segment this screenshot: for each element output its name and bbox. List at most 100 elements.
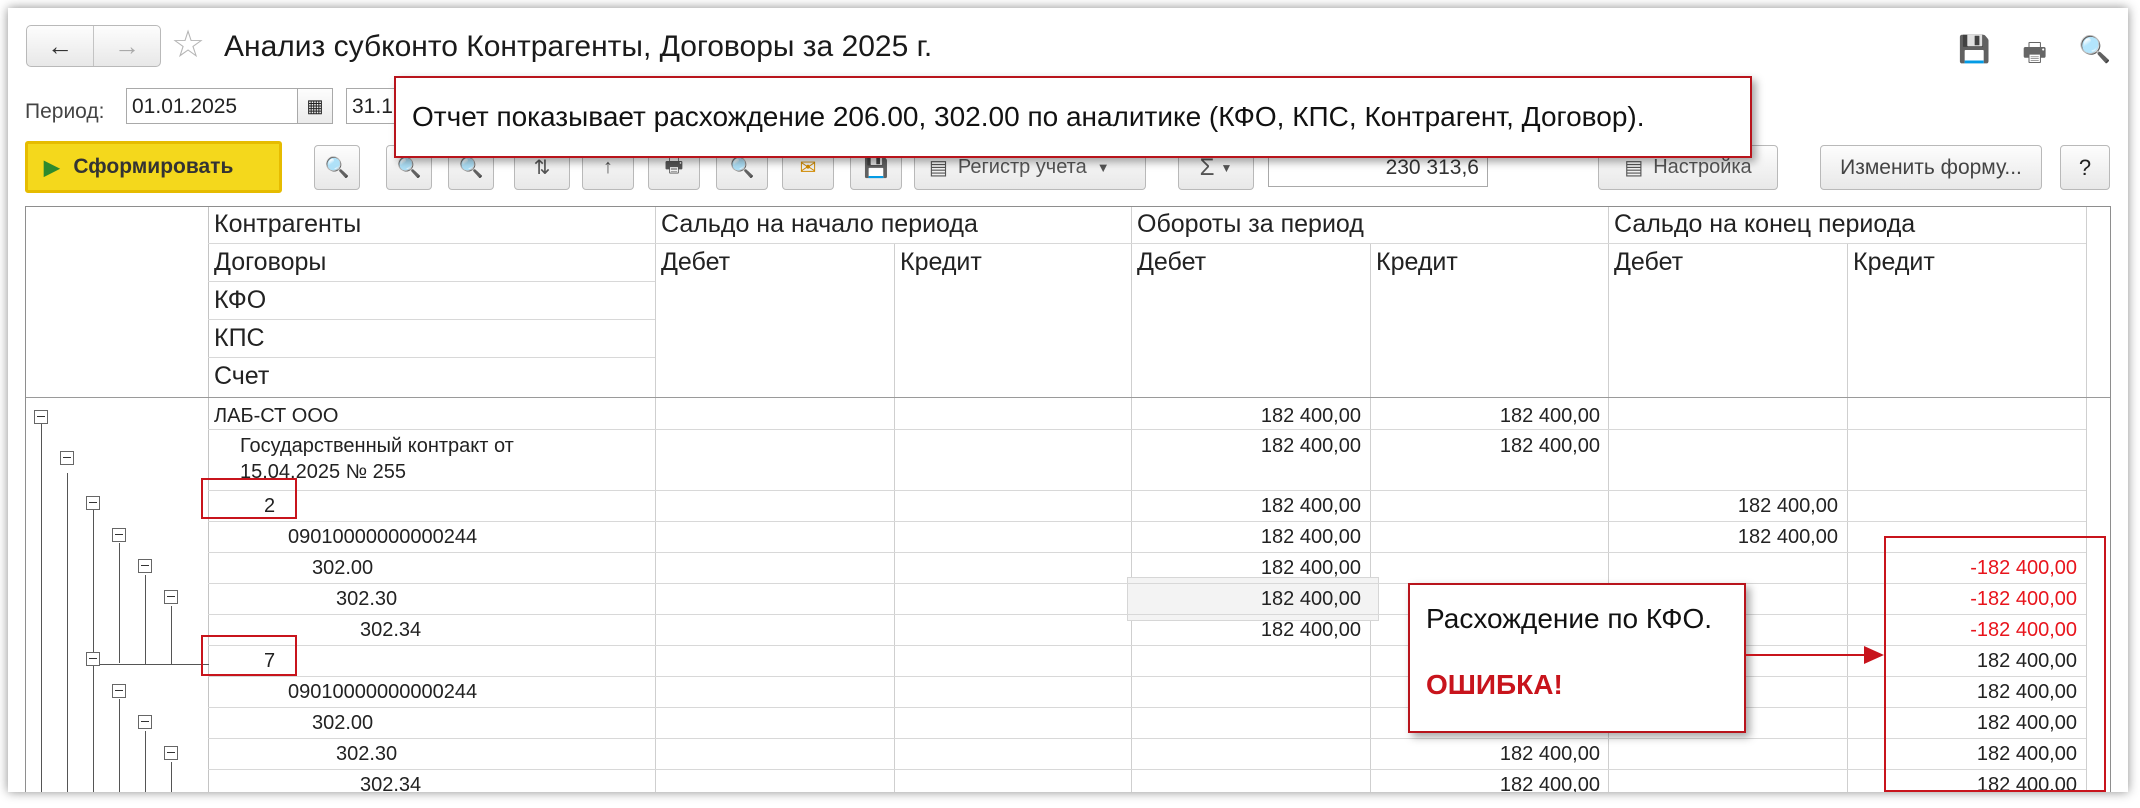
highlight-kfo-2 xyxy=(201,478,297,519)
report-table[interactable]: Контрагенты Договоры КФО КПС Счет Сальдо… xyxy=(25,206,2111,792)
register-label: Регистр учета xyxy=(957,156,1087,178)
row-label: ЛАБ-СТ ООО xyxy=(214,405,339,427)
cell-turn-debit: 182 400,00 xyxy=(1260,495,1361,517)
header-kps: КПС xyxy=(214,324,265,352)
annotation-error-text: ОШИБКА! xyxy=(1426,669,1563,700)
row-line xyxy=(208,583,2086,584)
floppy-icon: 💾 xyxy=(863,157,889,179)
col-divider xyxy=(1370,243,1371,792)
header-counterparties: Контрагенты xyxy=(214,210,362,238)
col-divider xyxy=(1847,243,1848,792)
cell-turn-debit: 182 400,00 xyxy=(1260,557,1361,579)
preview-icon: 🔍 xyxy=(729,157,755,179)
annotation-text: Отчет показывает расхождение 206.00, 302… xyxy=(412,101,1645,132)
change-form-button[interactable]: Изменить форму... xyxy=(1820,145,2042,190)
cell-turn-credit: 182 400,00 xyxy=(1499,435,1600,457)
cell-turn-debit: 182 400,00 xyxy=(1260,526,1361,548)
highlight-kfo-7 xyxy=(201,635,297,676)
row-label: 302.34 xyxy=(360,774,422,792)
generate-button[interactable]: ▶ Сформировать xyxy=(25,141,282,193)
row-line xyxy=(208,521,2086,522)
row-line xyxy=(208,738,2086,739)
generate-label: Сформировать xyxy=(73,155,234,178)
row-label: 302.30 xyxy=(336,588,398,610)
cell-turn-credit: 182 400,00 xyxy=(1499,405,1600,427)
cell-end-debit: 182 400,00 xyxy=(1737,526,1838,548)
print-icon[interactable]: 🖶 xyxy=(2022,34,2047,78)
annotation-discrepancy: Отчет показывает расхождение 206.00, 302… xyxy=(394,76,1752,158)
save-icon[interactable]: 💾 xyxy=(1958,34,1990,78)
collapse-toggle[interactable] xyxy=(86,496,100,510)
envelope-icon: ✉ xyxy=(799,157,817,179)
arrow-left-icon: ← xyxy=(47,30,73,61)
collapse-toggle[interactable] xyxy=(164,746,178,760)
favorite-star-icon[interactable]: ☆ xyxy=(171,26,205,64)
cell-turn-credit: 182 400,00 xyxy=(1499,774,1600,792)
calendar-button[interactable]: ▦ xyxy=(297,88,333,124)
cell-turn-debit: 182 400,00 xyxy=(1260,435,1361,457)
cell-turn-credit: 182 400,00 xyxy=(1499,743,1600,765)
forward-button[interactable]: → xyxy=(93,26,160,66)
row-line xyxy=(208,769,2086,770)
preview-icon[interactable]: 🔍 xyxy=(2079,34,2111,78)
tree-line xyxy=(93,666,94,792)
collapse-toggle[interactable] xyxy=(112,528,126,542)
header-contracts: Договоры xyxy=(214,248,327,276)
search-icon: 🔍 xyxy=(324,157,350,179)
header-bottom xyxy=(26,397,2110,398)
history-nav: ← → xyxy=(26,25,161,67)
header-credit: Кредит xyxy=(1853,248,1935,276)
row-line xyxy=(208,614,2086,615)
tree-line xyxy=(171,606,172,664)
header-debit: Дебет xyxy=(661,248,731,276)
tree-line xyxy=(93,664,209,665)
row-line xyxy=(208,490,2086,491)
period-from-input[interactable]: 01.01.2025 xyxy=(126,88,298,124)
row-label: 302.00 xyxy=(312,557,374,579)
row-label: Государственный контракт от xyxy=(240,435,514,457)
collapse-toggle[interactable] xyxy=(164,590,178,604)
row-line xyxy=(208,429,2086,430)
settings-label: Настройка xyxy=(1653,156,1752,178)
arrow-head-icon xyxy=(1864,646,1884,664)
header-debit: Дебет xyxy=(1614,248,1684,276)
chevron-down-icon: ▼ xyxy=(1220,160,1233,175)
calendar-icon: ▦ xyxy=(306,95,324,116)
annotation-arrow xyxy=(1746,654,1866,656)
row-line xyxy=(208,676,2086,677)
row-line xyxy=(208,552,2086,553)
row-label: 09010000000000244 xyxy=(288,526,478,548)
tree-line xyxy=(93,510,94,662)
collapse-toggle[interactable] xyxy=(112,684,126,698)
period-label: Период: xyxy=(25,100,105,123)
header-credit: Кредит xyxy=(1376,248,1458,276)
row-line xyxy=(208,707,2086,708)
arrow-right-icon: → xyxy=(114,30,140,61)
collapse-toggle[interactable] xyxy=(60,451,74,465)
collapse-toggle[interactable] xyxy=(34,410,48,424)
collapse-toggle[interactable] xyxy=(86,652,100,666)
col-divider xyxy=(894,243,895,792)
header-debit: Дебет xyxy=(1137,248,1207,276)
page-title: Анализ субконто Контрагенты, Договоры за… xyxy=(224,30,933,63)
help-button[interactable]: ? xyxy=(2060,145,2110,190)
collapse-toggle[interactable] xyxy=(138,559,152,573)
cell-turn-debit: 182 400,00 xyxy=(1260,619,1361,641)
col-divider xyxy=(655,207,656,792)
window-toolbar: 💾 🖶 🔍 🔗 xyxy=(1958,34,2128,78)
report-window: ← → ☆ Анализ субконто Контрагенты, Догов… xyxy=(8,8,2128,792)
header-turnover: Обороты за период xyxy=(1137,210,1364,238)
tree-line xyxy=(171,762,172,792)
back-button[interactable]: ← xyxy=(27,26,93,66)
header-line xyxy=(208,319,655,320)
cell-end-debit: 182 400,00 xyxy=(1737,495,1838,517)
row-label: 302.30 xyxy=(336,743,398,765)
header-credit: Кредит xyxy=(900,248,982,276)
search-next-icon: 🔍 xyxy=(396,157,422,179)
tree-line xyxy=(119,543,120,663)
sort-icon: ⇅ xyxy=(533,157,551,179)
cell-turn-debit: 182 400,00 xyxy=(1260,405,1361,427)
search-button[interactable]: 🔍 xyxy=(314,145,360,190)
collapse-toggle[interactable] xyxy=(138,715,152,729)
row-label: 302.34 xyxy=(360,619,422,641)
